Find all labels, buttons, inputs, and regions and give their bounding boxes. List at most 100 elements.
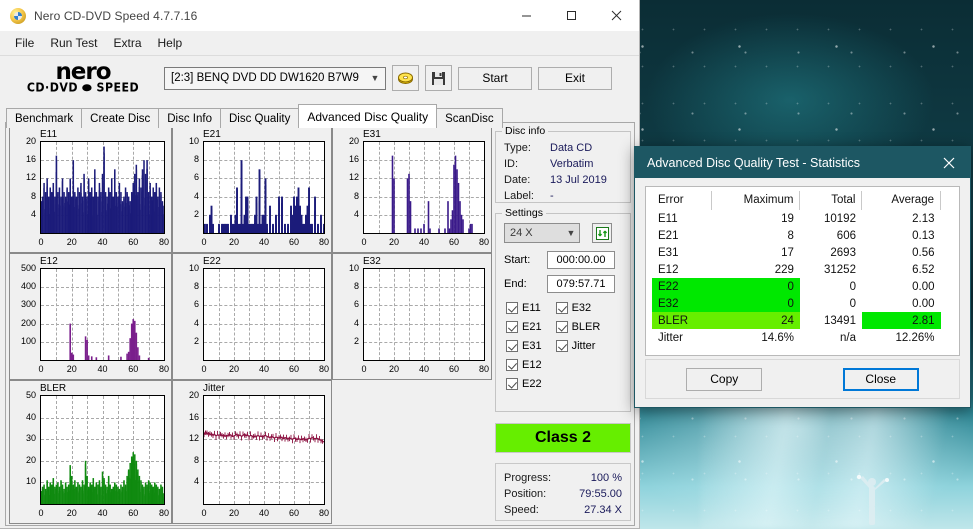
checkbox-label-e31: E31	[522, 340, 542, 352]
x-axis-tick-label: 0	[201, 364, 207, 374]
cell-average: 0.56	[912, 246, 935, 259]
status-badge: Class 2	[496, 424, 630, 452]
statistics-close-button[interactable]	[928, 147, 970, 178]
tab-disc-quality[interactable]: Disc Quality	[220, 108, 300, 128]
checkbox-e11[interactable]: E11	[506, 302, 542, 314]
table-row: E21 8 606 0.13	[652, 227, 953, 244]
end-input[interactable]: 079:57.71	[547, 275, 615, 293]
menu-help[interactable]: Help	[151, 33, 190, 53]
y-axis-tick-label: 8	[353, 281, 359, 292]
checkbox-e21[interactable]: E21	[506, 321, 542, 333]
checkbox-icon	[555, 302, 568, 314]
checkbox-label-e22: E22	[522, 378, 542, 390]
refresh-button[interactable]	[592, 223, 612, 243]
menu-file[interactable]: File	[8, 33, 41, 53]
cell-maximum: 229	[774, 263, 794, 276]
menubar: File Run Test Extra Help	[0, 31, 639, 55]
chart-series	[204, 269, 324, 360]
chart-e31: E31 4 8 12 16 20 0 20 40 60 80	[332, 126, 492, 253]
x-axis-tick-label: 20	[66, 508, 77, 518]
checkbox-e22[interactable]: E22	[506, 378, 542, 390]
minimize-button[interactable]	[504, 0, 549, 31]
y-axis-tick-label: 50	[25, 390, 36, 400]
start-input[interactable]: 000:00.00	[547, 251, 615, 269]
menu-run-test[interactable]: Run Test	[43, 33, 104, 53]
column-header-error: Error	[652, 191, 712, 210]
exit-button[interactable]: Exit	[538, 66, 612, 90]
statistics-dialog-titlebar: Advanced Disc Quality Test - Statistics	[635, 147, 970, 178]
column-header-average: Average	[861, 191, 941, 210]
checkbox-label-e21: E21	[522, 321, 542, 333]
save-button[interactable]	[425, 65, 452, 91]
x-axis-tick-label: 60	[128, 508, 139, 518]
y-axis-tick-label: 20	[25, 136, 36, 146]
start-button[interactable]: Start	[458, 66, 532, 90]
x-axis-tick-label: 0	[201, 508, 207, 518]
progress-value: 100 %	[590, 472, 622, 484]
x-axis-tick-label: 40	[97, 508, 108, 518]
table-row: E11 19 10192 2.13	[652, 210, 953, 227]
tab-create-disc[interactable]: Create Disc	[81, 108, 160, 128]
tab-advanced-disc-quality[interactable]: Advanced Disc Quality	[298, 104, 438, 128]
y-axis-tick-label: 8	[193, 281, 199, 292]
chart-series	[41, 146, 164, 233]
menu-extra[interactable]: Extra	[106, 33, 148, 53]
disc-eject-button[interactable]	[392, 65, 419, 91]
plot-area	[40, 141, 165, 234]
chart-title: Jitter	[203, 383, 225, 394]
checkbox-jitter[interactable]: Jitter	[555, 340, 601, 352]
progress-key: Progress:	[504, 472, 552, 484]
checkbox-bler[interactable]: BLER	[555, 321, 600, 333]
chart-series	[391, 155, 473, 233]
close-button[interactable]	[594, 0, 639, 31]
checkbox-e31[interactable]: E31	[506, 340, 542, 352]
y-axis-tick-label: 40	[25, 411, 36, 422]
copy-button[interactable]: Copy	[686, 367, 763, 391]
speed-select[interactable]: 24 X ▼	[504, 223, 580, 243]
maximize-button[interactable]	[549, 0, 594, 31]
disc-info-group: Disc info Type: Data CD ID: Verbatim Date:…	[495, 125, 631, 203]
chart-series	[41, 452, 164, 504]
statistics-dialog: Advanced Disc Quality Test - Statistics …	[634, 146, 971, 408]
x-axis-tick-label: 60	[448, 364, 459, 374]
tab-benchmark[interactable]: Benchmark	[6, 108, 83, 128]
checkbox-e12[interactable]: E12	[506, 359, 542, 371]
y-axis-tick-label: 4	[193, 476, 199, 487]
y-axis-tick-label: 20	[25, 454, 36, 465]
end-label: End:	[504, 278, 527, 290]
close-button[interactable]: Close	[842, 367, 919, 391]
chart-e21: E21 2 4 6 8 10 0 20 40 60 80	[172, 126, 332, 253]
tab-scandisc[interactable]: ScanDisc	[436, 108, 503, 128]
checkbox-e32[interactable]: E32	[555, 302, 601, 314]
column-header-total: Total	[799, 191, 863, 210]
cell-average: 0.00	[912, 297, 935, 310]
x-axis-tick-label: 80	[478, 364, 489, 374]
cell-total: 0	[849, 297, 856, 310]
y-axis-tick-label: 16	[25, 154, 36, 165]
cell-total: 31252	[824, 263, 856, 276]
x-axis-tick-label: 60	[288, 364, 299, 374]
y-axis-tick-label: 4	[193, 190, 199, 201]
disc-info-key-label: Label:	[504, 190, 534, 202]
x-axis-tick-label: 80	[158, 237, 169, 247]
settings-group: Settings 24 X ▼ Start: 000:00.00 End: 07…	[495, 207, 631, 412]
position-value: 79:55.00	[579, 488, 622, 500]
tab-disc-info[interactable]: Disc Info	[158, 108, 221, 128]
table-row: E32 0 0 0.00	[652, 295, 953, 312]
x-axis-tick-label: 80	[158, 364, 169, 374]
y-axis-tick-label: 300	[20, 299, 36, 310]
tab-panel-advanced-disc-quality: E11 4 8 12 16 20 0 20 40 60 80 E21 2 4 6 8 10 0 20 40 60 80 …	[5, 122, 635, 526]
drive-select[interactable]: [2:3] BENQ DVD DD DW1620 B7W9 ▼	[164, 66, 386, 90]
x-axis-tick-label: 40	[258, 364, 269, 374]
cell-maximum: 24	[711, 312, 800, 329]
disc-eject-icon	[398, 72, 413, 84]
checkbox-icon	[555, 340, 568, 352]
cell-maximum: 14.6%	[761, 331, 794, 344]
cell-average: 6.52	[912, 263, 935, 276]
progress-row-progress: Progress: 100 %	[496, 470, 630, 486]
table-row: Jitter 14.6% n/a 12.26%	[652, 329, 953, 346]
class-result-box: Class 2	[495, 423, 631, 453]
chart-e32: E32 2 4 6 8 10 0 20 40 60 80	[332, 253, 492, 380]
table-header-row: Error Maximum Total Average	[652, 191, 953, 210]
cell-average: 0.13	[912, 229, 935, 242]
